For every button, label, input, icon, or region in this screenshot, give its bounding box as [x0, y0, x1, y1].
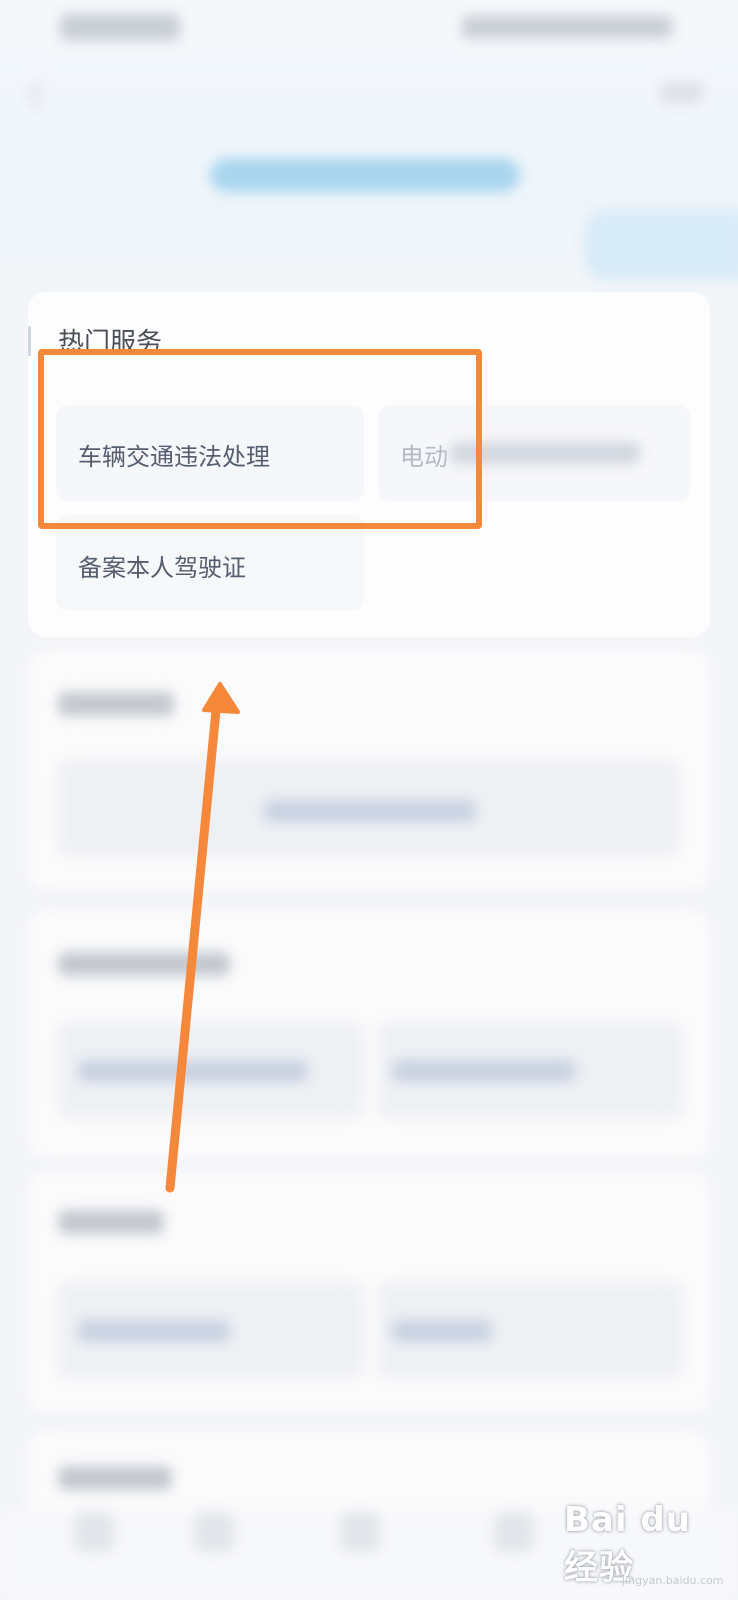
- pointer-arrow-icon: [165, 682, 240, 1193]
- watermark-url: jingyan.baidu.com: [622, 1574, 724, 1587]
